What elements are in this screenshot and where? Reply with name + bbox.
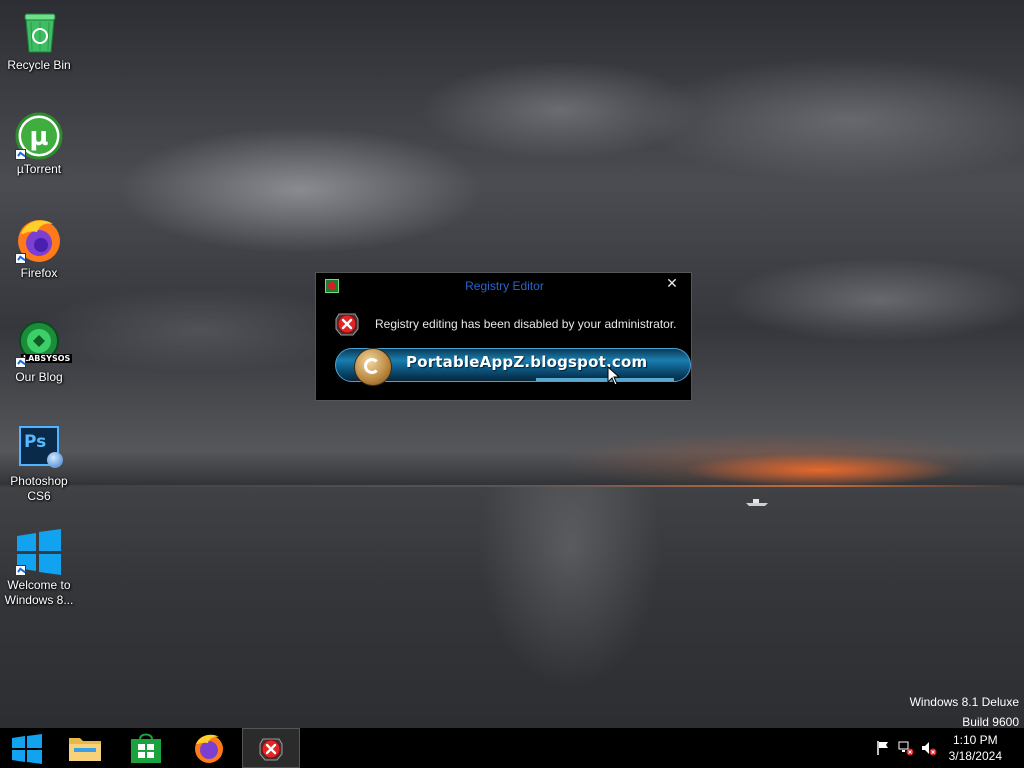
volume-muted-icon[interactable] [921,740,937,756]
shortcut-arrow-icon [15,565,26,576]
registry-editor-dialog: Registry Editor ✕ Registry editing has b… [315,272,692,401]
desktop-icon-photoshop[interactable]: Ps Photoshop CS6 [1,424,77,504]
svg-text:µ: µ [29,122,48,152]
network-icon[interactable] [898,740,914,756]
shortcut-arrow-icon [15,253,26,264]
firefox-icon [15,216,63,264]
desktop-icon-recycle-bin[interactable]: Recycle Bin [1,8,77,73]
dialog-message: Registry editing has been disabled by yo… [375,317,677,331]
taskbar-store[interactable] [117,728,177,768]
flag-icon[interactable] [875,740,891,756]
clock-date: 3/18/2024 [948,749,1002,763]
utorrent-icon: µ [15,112,63,160]
error-app-icon [259,738,283,761]
desktop-icon-label: µTorrent [16,162,62,176]
desktop-icon-utorrent[interactable]: µ µTorrent [1,112,77,177]
boat [746,499,768,506]
sea [0,487,1024,728]
desktop-icon-label: Recycle Bin [7,58,71,72]
taskbar: 1:10 PM 3/18/2024 [0,728,1024,768]
desktop-icon-label: Welcome to Windows 8... [4,578,74,607]
windows-logo-icon [15,528,63,576]
taskbar-registry-editor[interactable] [242,728,300,768]
portableappz-banner[interactable]: PortableAppZ.blogspot.com [335,348,691,386]
file-explorer-icon [69,738,101,761]
photoshop-icon: Ps [15,424,63,472]
desktop-icon-label: Photoshop CS6 [10,474,68,503]
dialog-title: Registry Editor [465,279,544,293]
start-button[interactable] [0,728,60,768]
desktop-icon-firefox[interactable]: Firefox [1,216,77,281]
firefox-icon [195,734,223,763]
shortcut-arrow-icon [15,149,26,160]
shortcut-arrow-icon [15,357,26,368]
watermark-edition: Windows 8.1 Deluxe [909,695,1019,709]
photoshop-badge: Ps [24,432,47,452]
clock-time: 1:10 PM [952,733,998,747]
close-button[interactable]: ✕ [663,275,681,293]
banner-underline [536,378,674,381]
windows-start-icon [12,734,42,764]
desktop-icon-our-blog[interactable]: LABSYSOS Our Blog [1,320,77,385]
error-icon [335,313,359,336]
recycle-bin-icon [15,8,63,56]
os-watermark: Windows 8.1 Deluxe Build 9600 [910,692,1019,732]
our-blog-icon: LABSYSOS [15,320,73,368]
desktop-icon-label: Firefox [20,266,58,280]
desktop-icon-label: Our Blog [15,370,63,384]
taskbar-file-explorer[interactable] [56,728,116,768]
our-blog-badge: LABSYSOS [21,354,73,363]
taskbar-firefox[interactable] [179,728,239,768]
desktop-icon-welcome[interactable]: Welcome to Windows 8... [1,528,77,608]
portableappz-logo-icon [354,348,392,386]
mouse-cursor-icon [607,366,621,386]
store-icon [131,733,161,763]
taskbar-clock[interactable]: 1:10 PM 3/18/2024 [949,732,1002,764]
